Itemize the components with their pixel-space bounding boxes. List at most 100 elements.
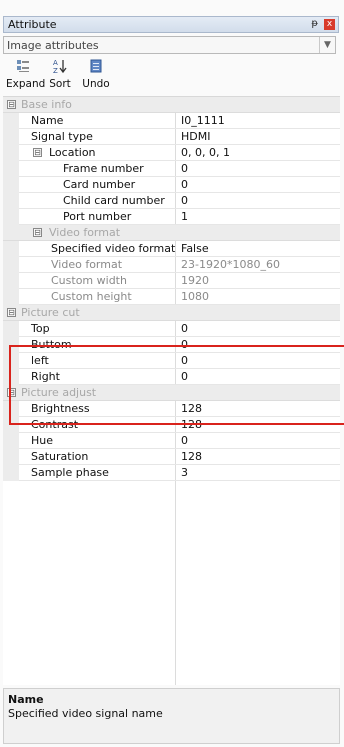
property-row-contrast[interactable]: Contrast 128 [3,417,340,433]
sort-button[interactable]: A Z Sort [46,56,74,94]
property-row-location[interactable]: ⊟ Location 0, 0, 0, 1 [3,145,340,161]
property-value: 1920 [181,274,209,287]
property-label: Sample phase [31,466,109,479]
sort-icon: A Z [53,59,67,74]
row-gutter [3,241,19,257]
row-gutter [3,321,19,337]
property-row-left[interactable]: left 0 [3,353,340,369]
undo-button[interactable]: Undo [80,56,112,94]
property-value[interactable]: I0_1111 [181,114,225,127]
row-gutter [3,129,19,145]
attribute-panel: Attribute ᵽ x Image attributes ▼ Expand … [0,0,344,747]
category-base-info[interactable]: ⊟ Base info [3,97,340,113]
property-value[interactable]: 128 [181,450,202,463]
property-row-signal-type[interactable]: Signal type HDMI [3,129,340,145]
property-row-child-card-number[interactable]: Child card number 0 [3,193,340,209]
row-gutter [3,289,19,305]
collapse-toggle-icon[interactable]: ⊟ [7,308,16,317]
collapse-toggle-icon[interactable]: ⊟ [33,228,42,237]
property-label: Video format [51,258,123,271]
property-label: Signal type [31,130,93,143]
attribute-type-select[interactable]: Image attributes ▼ [3,36,336,54]
property-value[interactable]: 0 [181,354,188,367]
property-value[interactable]: HDMI [181,130,210,143]
property-row-custom-width[interactable]: Custom width 1920 [3,273,340,289]
property-value[interactable]: 128 [181,418,202,431]
property-row-port-number[interactable]: Port number 1 [3,209,340,225]
row-gutter [3,273,19,289]
row-gutter [3,145,19,161]
description-title: Name [8,693,44,706]
property-row-sample-phase[interactable]: Sample phase 3 [3,465,340,481]
property-row-saturation[interactable]: Saturation 128 [3,449,340,465]
description-text: Specified video signal name [8,707,163,720]
row-gutter [3,369,19,385]
category-label: Video format [49,226,121,239]
property-label: Child card number [63,194,165,207]
property-label: Contrast [31,418,79,431]
expand-label: Expand [6,78,46,90]
category-picture-adjust[interactable]: ⊟ Picture adjust [3,385,340,401]
property-row-card-number[interactable]: Card number 0 [3,177,340,193]
row-gutter [3,193,19,209]
property-label: Card number [63,178,136,191]
property-label: Port number [63,210,132,223]
undo-icon [90,59,102,73]
property-value[interactable]: False [181,242,209,255]
row-gutter [3,257,19,273]
property-value[interactable]: 0 [181,338,188,351]
pin-icon[interactable]: ᵽ [311,18,318,29]
property-value[interactable]: 0 [181,162,188,175]
collapse-toggle-icon[interactable]: ⊟ [7,100,16,109]
property-value: 23-1920*1080_60 [181,258,280,271]
svg-text:A: A [53,59,58,67]
category-picture-cut[interactable]: ⊟ Picture cut [3,305,340,321]
property-row-right[interactable]: Right 0 [3,369,340,385]
property-row-name[interactable]: Name I0_1111 [3,113,340,129]
close-icon[interactable]: x [324,19,335,30]
property-label: left [31,354,49,367]
property-label: Custom width [51,274,127,287]
property-grid: ⊟ Base info Name I0_1111 Signal type HDM… [3,96,340,685]
row-gutter [3,401,19,417]
expand-button[interactable]: Expand [6,56,46,94]
category-video-format[interactable]: ⊟ Video format [3,225,340,241]
property-value[interactable]: 0 [181,370,188,383]
property-row-custom-height[interactable]: Custom height 1080 [3,289,340,305]
category-label: Picture adjust [21,386,97,399]
property-label: Custom height [51,290,132,303]
dropdown-arrow-icon[interactable]: ▼ [319,37,335,53]
row-gutter [3,337,19,353]
property-row-top[interactable]: Top 0 [3,321,340,337]
property-value[interactable]: 0 [181,322,188,335]
panel-title: Attribute [8,18,57,31]
property-value[interactable]: 0, 0, 0, 1 [181,146,230,159]
property-value[interactable]: 128 [181,402,202,415]
property-row-frame-number[interactable]: Frame number 0 [3,161,340,177]
property-value[interactable]: 0 [181,434,188,447]
row-gutter [3,177,19,193]
property-label: Right [31,370,60,383]
description-pane: Name Specified video signal name [3,688,340,744]
property-value[interactable]: 3 [181,466,188,479]
collapse-toggle-icon[interactable]: ⊟ [7,388,16,397]
property-label: Name [31,114,64,127]
property-row-video-format[interactable]: Video format 23-1920*1080_60 [3,257,340,273]
property-row-buttom[interactable]: Buttom 0 [3,337,340,353]
undo-label: Undo [82,78,110,90]
property-label: Buttom [31,338,72,351]
row-gutter [3,417,19,433]
property-value[interactable]: 0 [181,178,188,191]
collapse-toggle-icon[interactable]: ⊟ [33,148,42,157]
category-label: Picture cut [21,306,80,319]
row-gutter [3,433,19,449]
property-value[interactable]: 0 [181,194,188,207]
row-gutter [3,465,19,481]
property-value[interactable]: 1 [181,210,188,223]
property-row-specified-video-format[interactable]: Specified video format False [3,241,340,257]
property-row-brightness[interactable]: Brightness 128 [3,401,340,417]
property-row-hue[interactable]: Hue 0 [3,433,340,449]
row-gutter [3,353,19,369]
property-label: Location [49,146,96,159]
property-label: Hue [31,434,54,447]
